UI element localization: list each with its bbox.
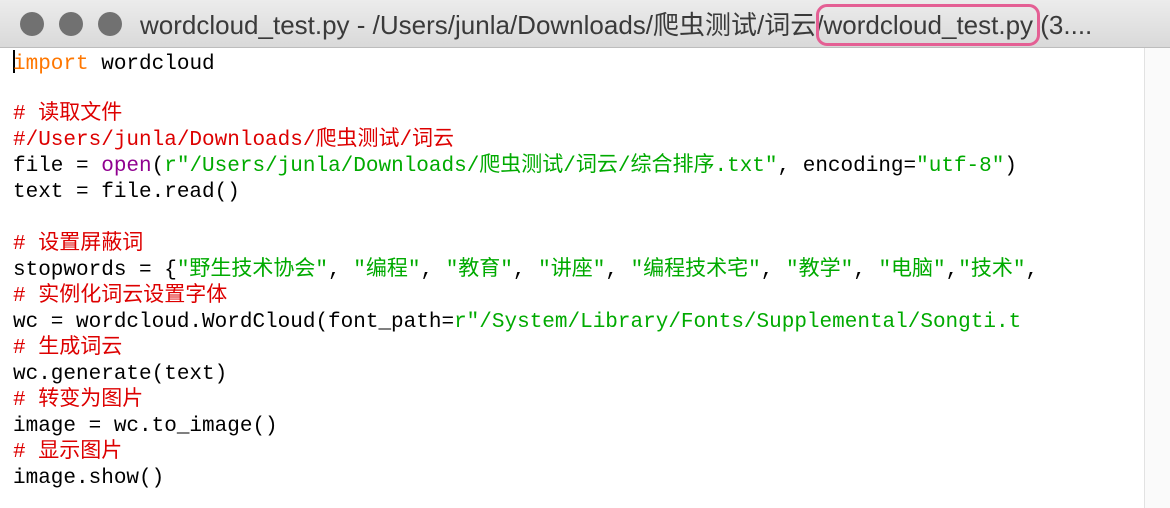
close-window-button[interactable] xyxy=(20,12,44,36)
code-line: image.show() xyxy=(13,466,1038,492)
zoom-window-button[interactable] xyxy=(98,12,122,36)
code-token-default: stopwords = { xyxy=(13,259,177,282)
code-token-string: "编程" xyxy=(353,259,421,282)
code-line: # 生成词云 xyxy=(13,336,1038,362)
code-line: #/Users/junla/Downloads/爬虫测试/词云 xyxy=(13,128,1038,154)
code-token-string: "讲座" xyxy=(538,259,606,282)
code-token-string: "utf-8" xyxy=(916,155,1005,178)
code-token-default: , xyxy=(945,259,959,282)
window-title-suffix: (3.... xyxy=(1033,10,1093,40)
code-token-comment: # 读取文件 xyxy=(13,103,123,126)
code-token-default: , xyxy=(853,259,879,282)
code-line: # 设置屏蔽词 xyxy=(13,232,1038,258)
code-line: file = open(r"/Users/junla/Downloads/爬虫测… xyxy=(13,154,1038,180)
code-token-builtin: open xyxy=(101,155,152,178)
code-token-string: r"/System/Library/Fonts/Supplemental/Son… xyxy=(454,311,1022,334)
code-line: wc = wordcloud.WordCloud(font_path=r"/Sy… xyxy=(13,310,1038,336)
code-token-comment: # 显示图片 xyxy=(13,441,123,464)
code-line: text = file.read() xyxy=(13,180,1038,206)
code-line: # 实例化词云设置字体 xyxy=(13,284,1038,310)
code-token-default: image.show() xyxy=(13,467,165,490)
code-editor[interactable]: import wordcloud # 读取文件 #/Users/junla/Down… xyxy=(0,48,1144,508)
code-line: import wordcloud xyxy=(13,50,1038,76)
code-token-default: , xyxy=(328,259,354,282)
code-token-default: file = xyxy=(13,155,102,178)
code-token-default: ( xyxy=(151,155,165,178)
code-token-default: , xyxy=(605,259,631,282)
code-token-default: wc = wordcloud.WordCloud(font_path= xyxy=(13,311,455,334)
code-token-default: , xyxy=(512,259,539,282)
code-token-string: "编程技术宅" xyxy=(630,259,761,282)
code-token-string: "教学" xyxy=(786,259,854,282)
code-token-default: , xyxy=(420,259,446,282)
code-token-comment: # 设置屏蔽词 xyxy=(13,233,144,256)
code-token-string: "野生技术协会" xyxy=(176,259,329,282)
code-token-default: image = wc.to_image() xyxy=(13,415,278,438)
code-token-string: "电脑" xyxy=(878,259,946,282)
code-token-comment: # 转变为图片 xyxy=(13,389,144,412)
code-line: image = wc.to_image() xyxy=(13,414,1038,440)
code-token-default: , xyxy=(1025,259,1039,282)
code-text[interactable]: import wordcloud # 读取文件 #/Users/junla/Down… xyxy=(13,50,1038,492)
code-token-comment: # 实例化词云设置字体 xyxy=(13,285,228,308)
minimize-window-button[interactable] xyxy=(59,12,83,36)
code-token-comment: #/Users/junla/Downloads/爬虫测试/词云 xyxy=(13,129,455,152)
window-title-filename-highlight: wordcloud_test.py xyxy=(816,4,1041,46)
vertical-scrollbar[interactable] xyxy=(1144,48,1170,508)
code-line: # 读取文件 xyxy=(13,102,1038,128)
code-token-keyword: import xyxy=(13,53,89,76)
code-token-string: r"/Users/junla/Downloads/爬虫测试/词云/综合排序.tx… xyxy=(164,155,778,178)
code-token-default: wordcloud xyxy=(88,53,215,76)
editor-window: wordcloud_test.py - /Users/junla/Downloa… xyxy=(0,0,1170,508)
code-token-comment: # 生成词云 xyxy=(13,337,123,360)
title-bar[interactable]: wordcloud_test.py - /Users/junla/Downloa… xyxy=(0,0,1170,48)
code-token-default: text = file.read() xyxy=(13,181,240,204)
code-token-default: wc.generate(text) xyxy=(13,363,228,386)
code-token-string: "技术" xyxy=(958,259,1026,282)
code-token-default: , encoding= xyxy=(777,155,917,178)
code-token-default: ) xyxy=(1004,155,1017,178)
code-line: wc.generate(text) xyxy=(13,362,1038,388)
code-line: stopwords = {"野生技术协会", "编程", "教育", "讲座",… xyxy=(13,258,1038,284)
code-line: # 转变为图片 xyxy=(13,388,1038,414)
code-token-default: , xyxy=(760,259,787,282)
code-token-string: "教育" xyxy=(445,259,513,282)
window-title-path: wordcloud_test.py - /Users/junla/Downloa… xyxy=(140,10,824,40)
code-line: # 显示图片 xyxy=(13,440,1038,466)
window-title: wordcloud_test.py - /Users/junla/Downloa… xyxy=(140,0,1092,48)
